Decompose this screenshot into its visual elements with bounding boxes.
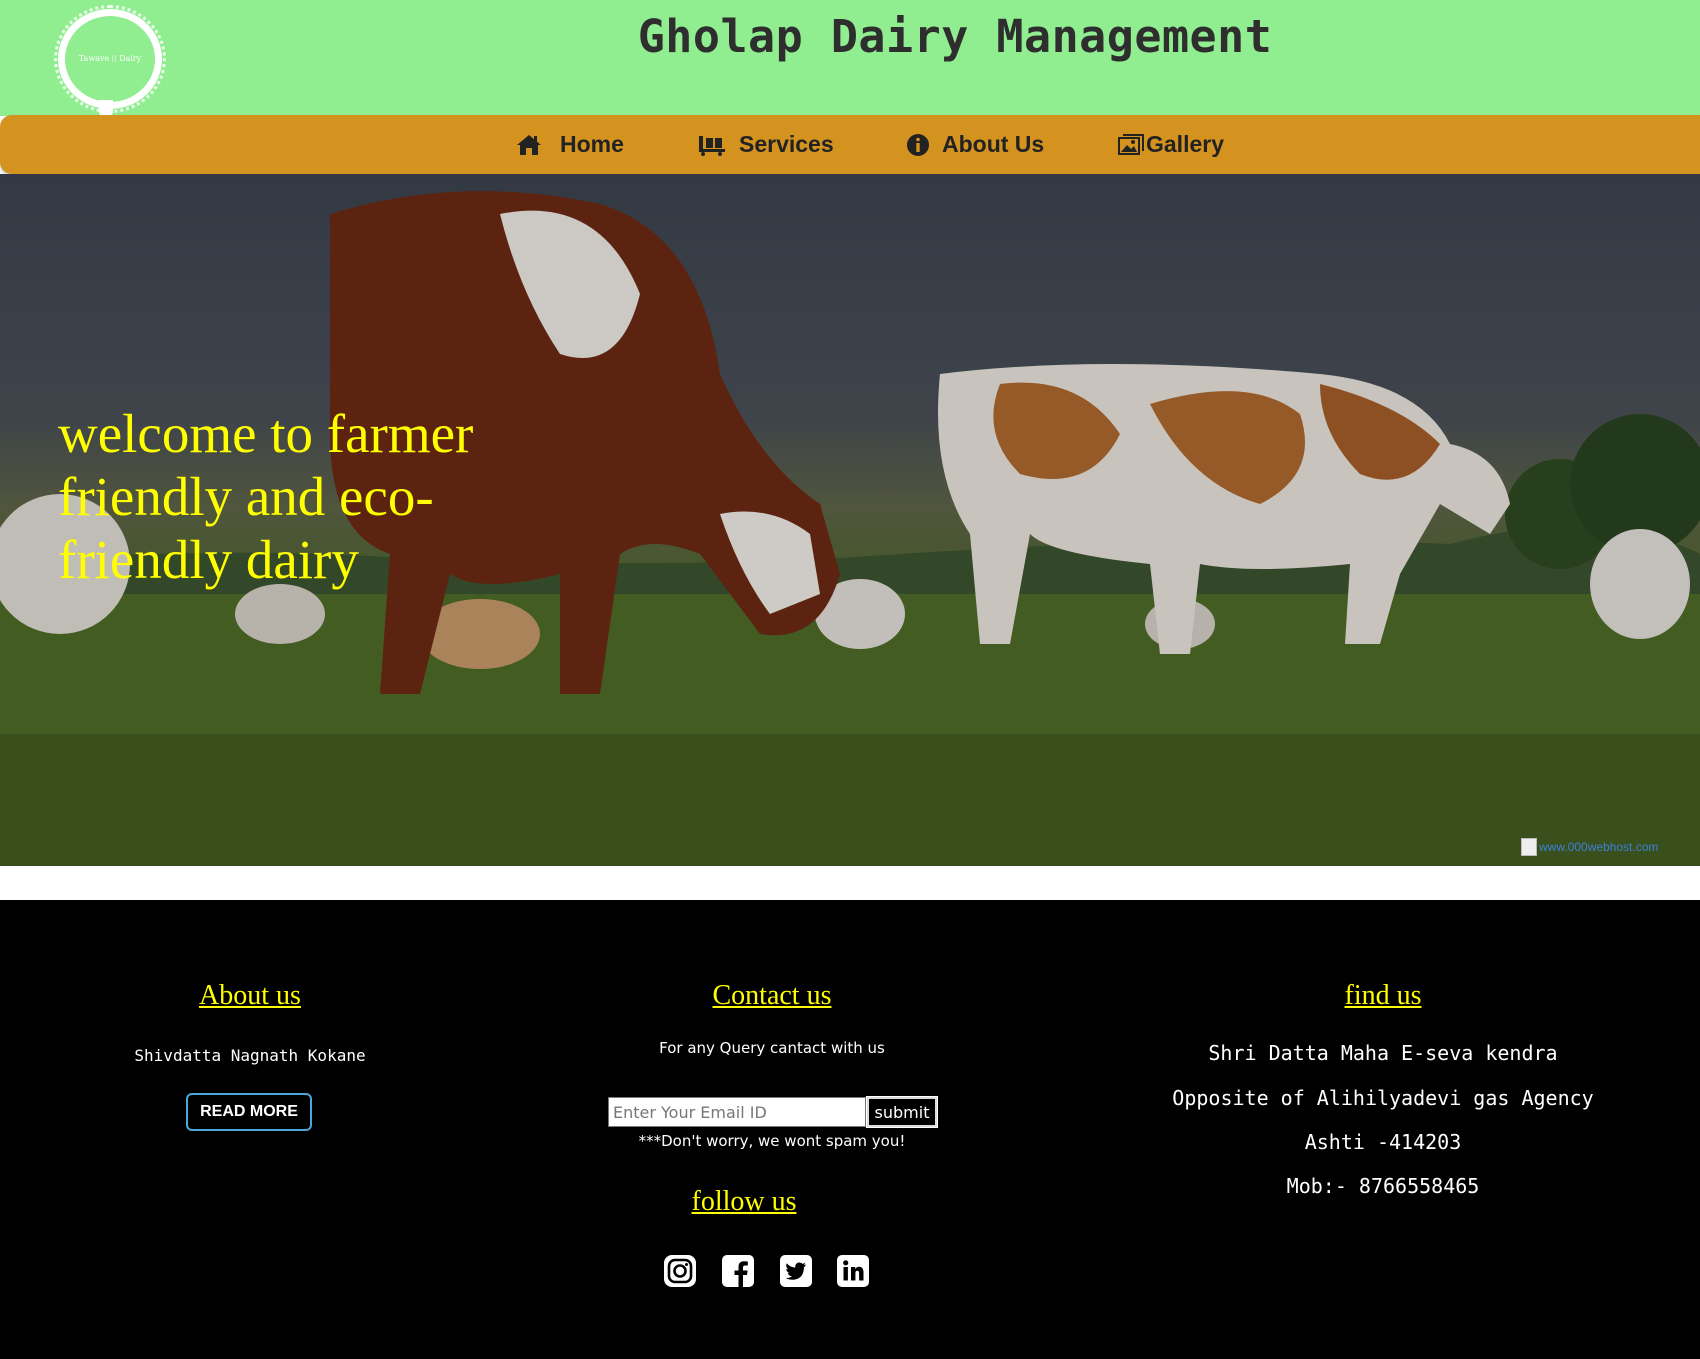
nav-item-services[interactable]: Services (698, 115, 834, 174)
hero-headline: welcome to farmer friendly and eco-frien… (58, 403, 474, 590)
about-us-heading: About us (199, 980, 301, 1011)
address-line: Shri Datta Maha E-seva kendra (1208, 1041, 1558, 1065)
nav-item-label: Services (739, 131, 834, 157)
about-owner-name: Shivdatta Nagnath Kokane (134, 1046, 366, 1065)
site-title: Gholap Dairy Management (637, 10, 1273, 63)
nav-item-gallery[interactable]: Gallery (1118, 115, 1224, 174)
broken-image-alt-text: www.000webhost.com (1539, 840, 1659, 854)
home-icon (517, 134, 541, 155)
site-header: Tawave ⌷ Dairy Gholap Dairy Management (0, 0, 1700, 118)
contact-subtitle: For any Query cantact with us (659, 1039, 885, 1057)
hero-banner: welcome to farmer friendly and eco-frien… (0, 174, 1700, 866)
facebook-icon[interactable] (721, 1254, 755, 1288)
gallery-icon (1118, 133, 1144, 155)
instagram-icon[interactable] (663, 1254, 697, 1288)
email-input[interactable] (608, 1097, 866, 1127)
broken-image-icon (1521, 838, 1537, 856)
nav-item-home[interactable]: Home (516, 115, 624, 174)
nav-item-label: About Us (942, 131, 1045, 157)
info-icon (907, 133, 929, 156)
nav-item-about-us[interactable]: About Us (906, 115, 1044, 174)
address-line: Opposite of Alihilyadevi gas Agency (1172, 1086, 1594, 1110)
follow-us-heading: follow us (691, 1186, 797, 1217)
phone-number: Mob:- 8766558465 (1286, 1174, 1480, 1198)
submit-button[interactable]: submit (866, 1096, 938, 1128)
contact-us-heading: Contact us (712, 980, 832, 1011)
twitter-icon[interactable] (779, 1254, 813, 1288)
nav-item-label: Gallery (1146, 131, 1224, 157)
linkedin-icon[interactable] (836, 1254, 870, 1288)
spam-note: ***Don't worry, we wont spam you! (638, 1132, 906, 1150)
broken-image-badge[interactable]: www.000webhost.com (1521, 837, 1700, 857)
truck-icon (699, 135, 725, 156)
read-more-button[interactable]: READ MORE (186, 1093, 312, 1131)
find-us-heading: find us (1344, 980, 1422, 1011)
address-line: Ashti -414203 (1304, 1130, 1462, 1154)
nav-item-label: Home (560, 131, 624, 157)
site-footer: About us Shivdatta Nagnath Kokane READ M… (0, 900, 1700, 1359)
main-nav: Home Services About Us Gallery (0, 115, 1700, 174)
